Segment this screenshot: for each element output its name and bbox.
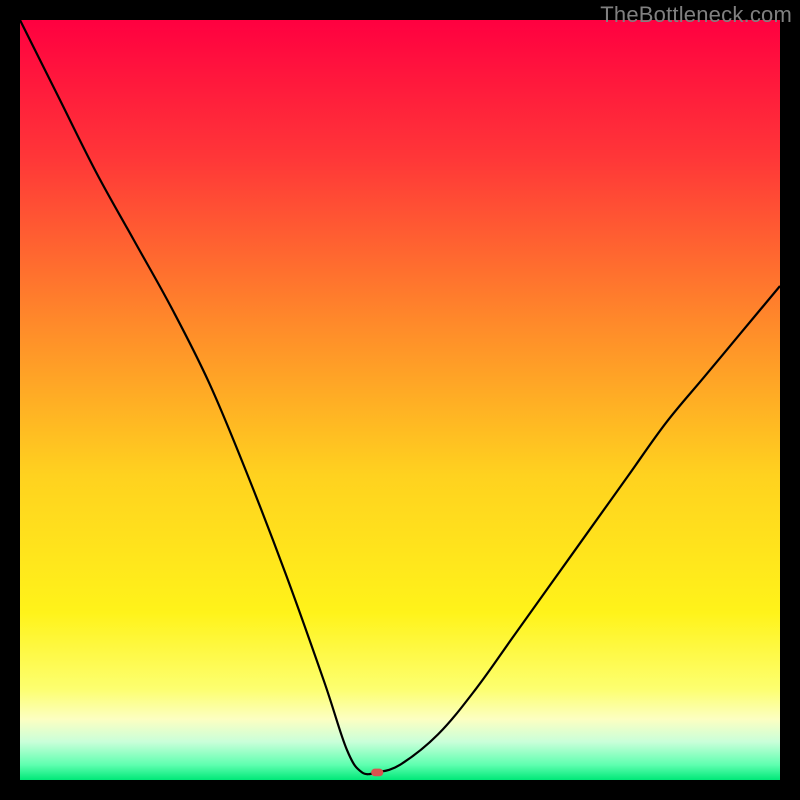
gradient-background [20,20,780,780]
min-marker [371,769,383,777]
chart-frame: TheBottleneck.com [0,0,800,800]
bottleneck-curve-plot [20,20,780,780]
watermark-text: TheBottleneck.com [600,2,792,28]
